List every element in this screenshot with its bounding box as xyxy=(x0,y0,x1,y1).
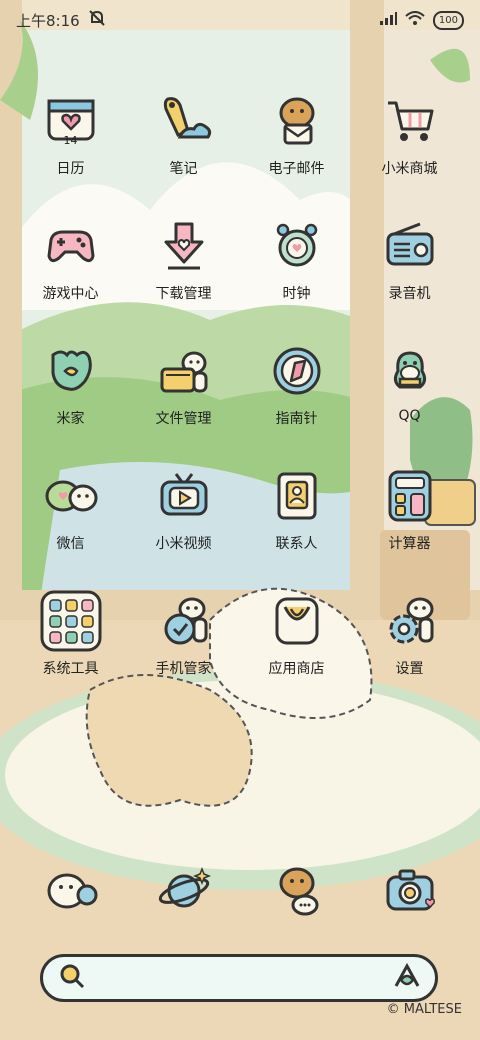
app-label: 录音机 xyxy=(388,286,431,302)
shopping-cart-icon xyxy=(377,88,443,154)
app-label: 电子邮件 xyxy=(268,161,325,177)
app-label: 设置 xyxy=(395,661,424,677)
dog-phone-icon xyxy=(38,858,104,924)
camera-icon xyxy=(377,858,443,924)
app-app-store[interactable]: 应用商店 xyxy=(240,588,353,681)
radio-recorder-icon xyxy=(377,213,443,279)
wechat-icon xyxy=(38,463,104,529)
dock xyxy=(14,858,466,924)
app-mi-store[interactable]: 小米商城 xyxy=(353,88,466,181)
tv-video-icon xyxy=(151,463,217,529)
app-notes[interactable]: 笔记 xyxy=(127,88,240,181)
app-label: 文件管理 xyxy=(155,411,212,427)
app-label: 时钟 xyxy=(282,286,311,302)
calendar-icon: 14 xyxy=(38,88,104,154)
app-label: 小米商城 xyxy=(381,161,438,177)
gear-icon xyxy=(377,588,443,654)
dock-app-messages[interactable] xyxy=(240,858,353,924)
dock-app-camera[interactable] xyxy=(353,858,466,924)
app-label: 笔记 xyxy=(169,161,198,177)
status-time: 上午8:16 xyxy=(16,11,80,30)
app-label: 下载管理 xyxy=(155,286,212,302)
xiaoai-assistant-icon[interactable] xyxy=(393,962,421,994)
app-grid: 14 日历 笔记 电子邮件 小米商城 游戏中心 下载管理 时钟 录音机 米家 文… xyxy=(14,88,466,681)
app-qq[interactable]: QQ xyxy=(353,338,466,431)
compass-icon xyxy=(264,338,330,404)
app-label: 指南针 xyxy=(275,411,318,427)
app-store-icon xyxy=(264,588,330,654)
app-label: 应用商店 xyxy=(268,661,325,677)
planet-browser-icon xyxy=(151,858,217,924)
app-label: 游戏中心 xyxy=(42,286,99,302)
status-bar: 上午8:16 100 xyxy=(0,0,480,40)
app-label: 手机管家 xyxy=(155,661,212,677)
calendar-day: 14 xyxy=(63,134,78,147)
download-icon xyxy=(151,213,217,279)
app-label: 小米视频 xyxy=(155,536,212,552)
mijia-icon xyxy=(38,338,104,404)
app-wechat[interactable]: 微信 xyxy=(14,463,127,556)
notifications-muted-icon xyxy=(88,9,106,31)
search-bar[interactable] xyxy=(40,954,438,1002)
app-mi-video[interactable]: 小米视频 xyxy=(127,463,240,556)
app-label: 联系人 xyxy=(275,536,318,552)
app-settings[interactable]: 设置 xyxy=(353,588,466,681)
file-manager-icon xyxy=(151,338,217,404)
app-mijia[interactable]: 米家 xyxy=(14,338,127,431)
qq-penguin-icon xyxy=(377,338,443,404)
app-security[interactable]: 手机管家 xyxy=(127,588,240,681)
app-label: 微信 xyxy=(56,536,85,552)
app-label: 计算器 xyxy=(388,536,431,552)
app-label: 日历 xyxy=(56,161,85,177)
game-controller-icon xyxy=(38,213,104,279)
security-shield-icon xyxy=(151,588,217,654)
app-clock[interactable]: 时钟 xyxy=(240,213,353,306)
calculator-icon xyxy=(377,463,443,529)
app-compass[interactable]: 指南针 xyxy=(240,338,353,431)
dock-app-browser[interactable] xyxy=(127,858,240,924)
app-email[interactable]: 电子邮件 xyxy=(240,88,353,181)
alarm-clock-icon xyxy=(264,213,330,279)
contacts-icon xyxy=(264,463,330,529)
email-icon xyxy=(264,88,330,154)
folder-system-tools-icon xyxy=(38,588,104,654)
app-calendar[interactable]: 14 日历 xyxy=(14,88,127,181)
app-label: 米家 xyxy=(56,411,85,427)
app-calculator[interactable]: 计算器 xyxy=(353,463,466,556)
signal-icon xyxy=(379,11,397,29)
app-label: 系统工具 xyxy=(42,661,99,677)
wifi-icon xyxy=(405,11,425,29)
dock-app-phone[interactable] xyxy=(14,858,127,924)
notes-icon xyxy=(151,88,217,154)
app-recorder[interactable]: 录音机 xyxy=(353,213,466,306)
app-contacts[interactable]: 联系人 xyxy=(240,463,353,556)
app-file-manager[interactable]: 文件管理 xyxy=(127,338,240,431)
dog-message-icon xyxy=(264,858,330,924)
app-system-tools-folder[interactable]: 系统工具 xyxy=(14,588,127,681)
app-download-manager[interactable]: 下载管理 xyxy=(127,213,240,306)
watermark: © MALTESE xyxy=(386,1002,462,1017)
battery-icon: 100 xyxy=(432,10,464,30)
search-icon[interactable] xyxy=(59,963,85,993)
app-label: QQ xyxy=(398,408,421,424)
app-game-center[interactable]: 游戏中心 xyxy=(14,213,127,306)
